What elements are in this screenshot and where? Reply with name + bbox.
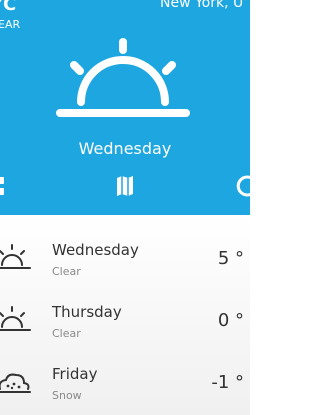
weather-header: °C EAR New York, U Wednesday (0, 0, 258, 215)
forecast-row[interactable]: Friday Snow -1 ° (0, 351, 250, 411)
current-condition: EAR (0, 18, 21, 31)
forecast-condition: Snow (52, 389, 82, 402)
forecast-condition: Clear (52, 327, 81, 340)
forecast-day: Wednesday (52, 241, 139, 259)
selected-day: Wednesday (78, 139, 172, 158)
map-icon[interactable] (111, 172, 139, 200)
sunrise-icon (0, 306, 31, 331)
forecast-temperature: -1 ° (211, 372, 244, 393)
forecast-temperature: 5 ° (217, 248, 244, 269)
forecast-condition: Clear (52, 265, 81, 278)
location-label[interactable]: New York, U (160, 0, 243, 11)
forecast-day: Thursday (52, 303, 122, 321)
snow-cloud-icon (0, 373, 31, 393)
forecast-list: Wednesday Clear 5 ° Thursday Clear 0 ° F… (0, 215, 250, 415)
sunrise-icon (56, 38, 190, 117)
forecast-day: Friday (52, 365, 98, 383)
forecast-row[interactable]: Thursday Clear 0 ° (0, 289, 250, 349)
sunrise-icon (0, 244, 31, 269)
forecast-row[interactable]: Wednesday Clear 5 ° (0, 227, 250, 287)
refresh-icon[interactable] (234, 172, 262, 200)
forecast-temperature: 0 ° (217, 310, 244, 331)
grid-icon[interactable] (0, 172, 22, 200)
current-temperature: °C (0, 0, 17, 15)
